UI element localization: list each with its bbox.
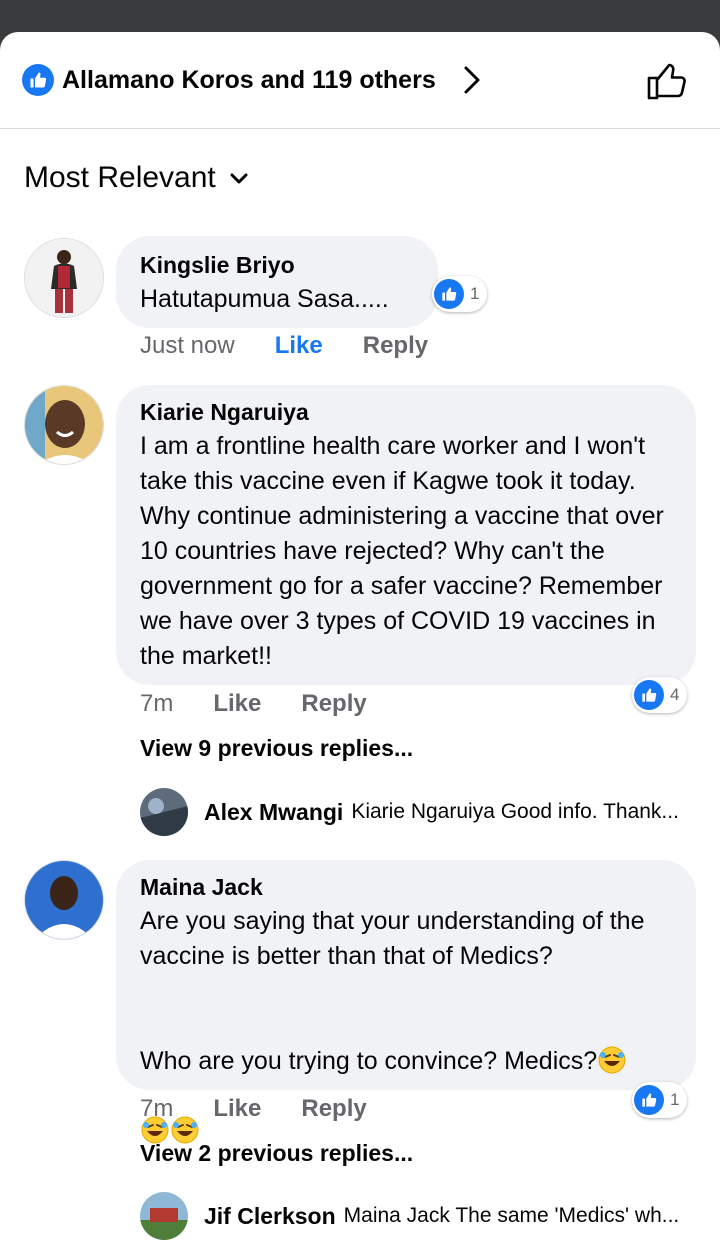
comment-author[interactable]: Maina Jack <box>140 872 672 902</box>
comment-bubble[interactable]: Kiarie Ngaruiya I am a frontline health … <box>116 385 696 685</box>
reaction-count[interactable]: 4 <box>632 677 688 713</box>
reply-button[interactable]: Reply <box>301 1095 366 1123</box>
comment-text: I am a frontline health care worker and … <box>140 432 664 670</box>
sort-dropdown[interactable]: Most Relevant <box>24 158 250 198</box>
reactions-bar[interactable]: Allamano Koros and 119 others <box>0 32 720 129</box>
reply-author[interactable]: Alex Mwangi <box>204 799 343 826</box>
comment-text: Who are you trying to convince? Medics? <box>140 1009 672 1149</box>
status-bar <box>0 0 720 32</box>
comments-sheet: Allamano Koros and 119 others Most Relev… <box>0 32 720 1254</box>
avatar[interactable] <box>24 385 104 465</box>
comment-time: 7m <box>140 1095 174 1122</box>
reply-author[interactable]: Jif Clerkson <box>204 1203 336 1230</box>
comment-text: Hatutapumua Sasa..... <box>140 285 389 313</box>
comment-text-line: Who are you trying to convince? Medics? <box>140 1047 598 1075</box>
like-button[interactable]: Like <box>275 332 323 360</box>
like-badge-icon <box>22 64 54 96</box>
like-count: 1 <box>470 284 480 303</box>
reaction-count[interactable]: 1 <box>632 1082 688 1118</box>
avatar[interactable] <box>140 788 188 836</box>
avatar[interactable] <box>24 238 104 318</box>
comment-author[interactable]: Kingslie Briyo <box>140 250 414 280</box>
avatar[interactable] <box>140 1192 188 1240</box>
reactions-summary[interactable]: Allamano Koros and 119 others <box>62 65 436 95</box>
like-badge-icon <box>634 680 664 710</box>
chevron-down-icon <box>230 173 248 184</box>
comment-actions: 7m Like Reply <box>140 1093 367 1125</box>
comment-time: 7m <box>140 690 174 717</box>
comment-bubble[interactable]: Maina Jack Are you saying that your unde… <box>116 860 696 1144</box>
reply-preview[interactable]: Alex Mwangi Kiarie Ngaruiya Good info. T… <box>140 788 679 836</box>
reply-text: Maina Jack The same 'Medics' wh... <box>343 1204 680 1227</box>
comment-actions: Just now Like Reply <box>140 330 428 362</box>
like-badge-icon <box>634 1085 664 1115</box>
like-badge-icon <box>434 279 464 309</box>
comment-author[interactable]: Kiarie Ngaruiya <box>140 397 672 427</box>
rolling-on-floor-laughing-emoji <box>598 1046 626 1074</box>
comment-time: Just now <box>140 332 235 359</box>
sort-label: Most Relevant <box>24 161 216 194</box>
thumbs-up-icon[interactable] <box>644 58 690 104</box>
avatar[interactable] <box>24 860 104 940</box>
view-previous-replies[interactable]: View 2 previous replies... <box>140 1140 413 1167</box>
like-button[interactable]: Like <box>213 1095 261 1123</box>
reply-text: Kiarie Ngaruiya Good info. Thank... <box>351 800 679 823</box>
chevron-right-icon[interactable] <box>458 64 486 96</box>
comment-bubble[interactable]: Kingslie Briyo Hatutapumua Sasa..... <box>116 236 438 328</box>
reaction-count[interactable]: 1 <box>432 276 488 312</box>
reply-button[interactable]: Reply <box>301 690 366 718</box>
reply-button[interactable]: Reply <box>363 332 428 360</box>
like-button[interactable]: Like <box>213 690 261 718</box>
like-count: 4 <box>670 685 680 704</box>
comment-text: Are you saying that your understanding o… <box>140 907 645 970</box>
like-count: 1 <box>670 1090 680 1109</box>
reply-preview[interactable]: Jif Clerkson Maina Jack The same 'Medics… <box>140 1192 679 1240</box>
comment-actions: 7m Like Reply <box>140 688 367 720</box>
view-previous-replies[interactable]: View 9 previous replies... <box>140 735 413 762</box>
